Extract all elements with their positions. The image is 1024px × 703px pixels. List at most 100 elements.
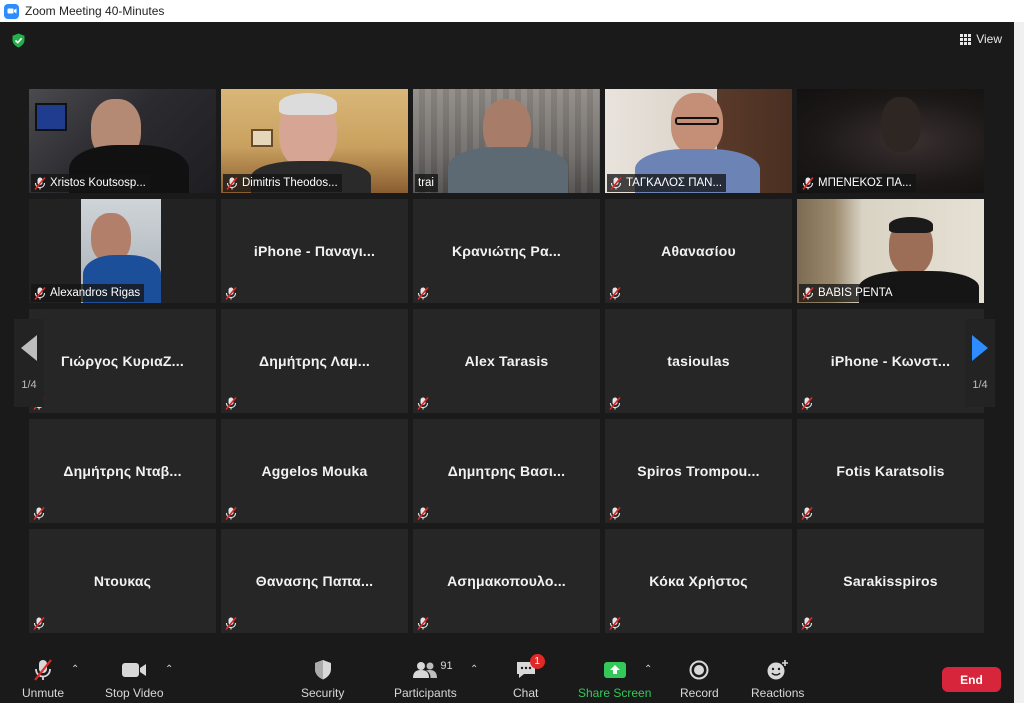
participant-name: Aggelos Mouka [261, 463, 368, 479]
participant-tile[interactable]: BABIS PENTA [797, 199, 984, 303]
mic-muted-icon [225, 506, 237, 521]
share-screen-button[interactable]: Share Screen [578, 658, 651, 700]
next-page-button[interactable]: 1/4 [965, 319, 995, 407]
encryption-shield-icon[interactable] [11, 33, 26, 48]
arrow-right-icon [972, 335, 988, 361]
mic-muted-icon [609, 286, 621, 301]
mic-muted-icon [801, 616, 813, 631]
participant-name: iPhone - Παναγι... [253, 243, 376, 259]
mic-muted-icon [226, 176, 238, 190]
stop-video-button[interactable]: Stop Video [105, 658, 164, 700]
mic-muted-icon [609, 396, 621, 411]
participant-name: Δημητρης Βασι... [447, 463, 566, 479]
video-camera-icon [121, 658, 147, 682]
participant-tile[interactable]: Dimitris Theodos... [221, 89, 408, 193]
active-speaker-tile[interactable]: trai [413, 89, 600, 193]
participant-tile[interactable]: Fotis Karatsolis [797, 419, 984, 523]
mic-muted-icon [225, 286, 237, 301]
participant-name: Γιώργος ΚυριαΖ... [61, 353, 184, 369]
zoom-meeting-window: Zoom Meeting 40-Minutes View Xristos Kou… [0, 0, 1024, 703]
previous-page-button[interactable]: 1/4 [14, 319, 44, 407]
participant-tile[interactable]: Δημήτρης Λαμ... [221, 309, 408, 413]
mic-muted-icon [34, 286, 46, 300]
page-indicator: 1/4 [21, 379, 37, 391]
participant-tile[interactable]: Sarakisspiros [797, 529, 984, 633]
mic-muted-icon [33, 506, 45, 521]
mic-muted-icon [609, 616, 621, 631]
mic-muted-icon [417, 506, 429, 521]
participant-name-label: Xristos Koutsosp... [31, 174, 150, 192]
participant-tile[interactable]: Alexandros Rigas [29, 199, 216, 303]
participant-name: Αθανασίου [661, 243, 736, 259]
participant-tile[interactable]: ΤΑΓΚΑΛΟΣ ΠΑΝ... [605, 89, 792, 193]
participant-tile[interactable]: iPhone - Κωνστ... [797, 309, 984, 413]
participant-name: Θανασης Παπα... [255, 573, 374, 589]
participant-name: Sarakisspiros [843, 573, 938, 589]
microphone-muted-icon [32, 658, 54, 682]
mic-muted-icon [417, 616, 429, 631]
participant-name: Κόκα Χρήστος [649, 573, 748, 589]
mic-muted-icon [802, 286, 814, 300]
chat-bubble-icon: 1 [515, 654, 545, 682]
mic-muted-icon [609, 506, 621, 521]
security-button[interactable]: Security [301, 658, 344, 700]
audio-options-chevron-icon[interactable]: ⌃ [71, 664, 79, 675]
unmute-button[interactable]: Unmute [22, 658, 64, 700]
participants-button[interactable]: 91 Participants [394, 658, 457, 700]
page-indicator: 1/4 [972, 379, 988, 391]
participant-name: Fotis Karatsolis [836, 463, 945, 479]
chat-unread-badge: 1 [529, 654, 545, 669]
share-options-chevron-icon[interactable]: ⌃ [644, 664, 652, 675]
participant-name-label: ΜΠΕΝΕΚΟΣ ΠΑ... [799, 174, 916, 192]
participant-tile[interactable]: Ντουκας [29, 529, 216, 633]
participants-options-chevron-icon[interactable]: ⌃ [470, 664, 478, 675]
participant-tile[interactable]: Κόκα Χρήστος [605, 529, 792, 633]
mic-muted-icon [801, 396, 813, 411]
window-titlebar: Zoom Meeting 40-Minutes [0, 0, 1024, 22]
video-options-chevron-icon[interactable]: ⌃ [165, 664, 173, 675]
mic-muted-icon [801, 506, 813, 521]
participant-tile[interactable]: Κρανιώτης Ρα... [413, 199, 600, 303]
mic-muted-icon [417, 396, 429, 411]
mic-muted-icon [417, 286, 429, 301]
participant-video [413, 89, 600, 193]
mic-muted-icon [610, 176, 622, 190]
participant-name-label: ΤΑΓΚΑΛΟΣ ΠΑΝ... [607, 174, 727, 192]
record-button[interactable]: Record [680, 658, 719, 700]
participant-name-label: trai [415, 174, 438, 192]
participant-tile[interactable]: Γιώργος ΚυριαΖ... [29, 309, 216, 413]
participant-tile[interactable]: Δημήτρης Νταβ... [29, 419, 216, 523]
mic-muted-icon [34, 176, 46, 190]
participant-name: Δημήτρης Νταβ... [63, 463, 182, 479]
smiley-reaction-icon [766, 658, 790, 682]
participant-tile[interactable]: Alex Tarasis [413, 309, 600, 413]
participant-tile[interactable]: Αθανασίου [605, 199, 792, 303]
window-edge [1014, 22, 1024, 703]
participant-name: Spiros Trompou... [637, 463, 760, 479]
participant-tile[interactable]: Xristos Koutsosp... [29, 89, 216, 193]
participant-name-label: Dimitris Theodos... [223, 174, 342, 192]
record-icon [689, 658, 709, 682]
participant-gallery: Xristos Koutsosp... Dimitris Theodos... … [29, 89, 985, 637]
participant-tile[interactable]: ΜΠΕΝΕΚΟΣ ΠΑ... [797, 89, 984, 193]
share-screen-arrow-icon [603, 658, 627, 682]
participant-name: Δημήτρης Λαμ... [258, 353, 371, 369]
arrow-left-icon [21, 335, 37, 361]
participant-tile[interactable]: iPhone - Παναγι... [221, 199, 408, 303]
participant-tile[interactable]: Aggelos Mouka [221, 419, 408, 523]
end-meeting-button[interactable]: End [942, 667, 1001, 692]
view-button[interactable]: View [960, 32, 1002, 46]
window-title: Zoom Meeting 40-Minutes [25, 4, 165, 18]
participant-tile[interactable]: Δημητρης Βασι... [413, 419, 600, 523]
participants-count: 91 [440, 660, 453, 672]
view-label: View [976, 32, 1002, 46]
participant-tile[interactable]: tasioulas [605, 309, 792, 413]
security-shield-icon [313, 658, 333, 682]
mic-muted-icon [33, 616, 45, 631]
reactions-button[interactable]: Reactions [751, 658, 804, 700]
participant-tile[interactable]: Ασημακοπουλο... [413, 529, 600, 633]
participant-tile[interactable]: Spiros Trompou... [605, 419, 792, 523]
participant-name: Alex Tarasis [464, 353, 549, 369]
participant-tile[interactable]: Θανασης Παπα... [221, 529, 408, 633]
chat-button[interactable]: 1 Chat [513, 654, 545, 700]
